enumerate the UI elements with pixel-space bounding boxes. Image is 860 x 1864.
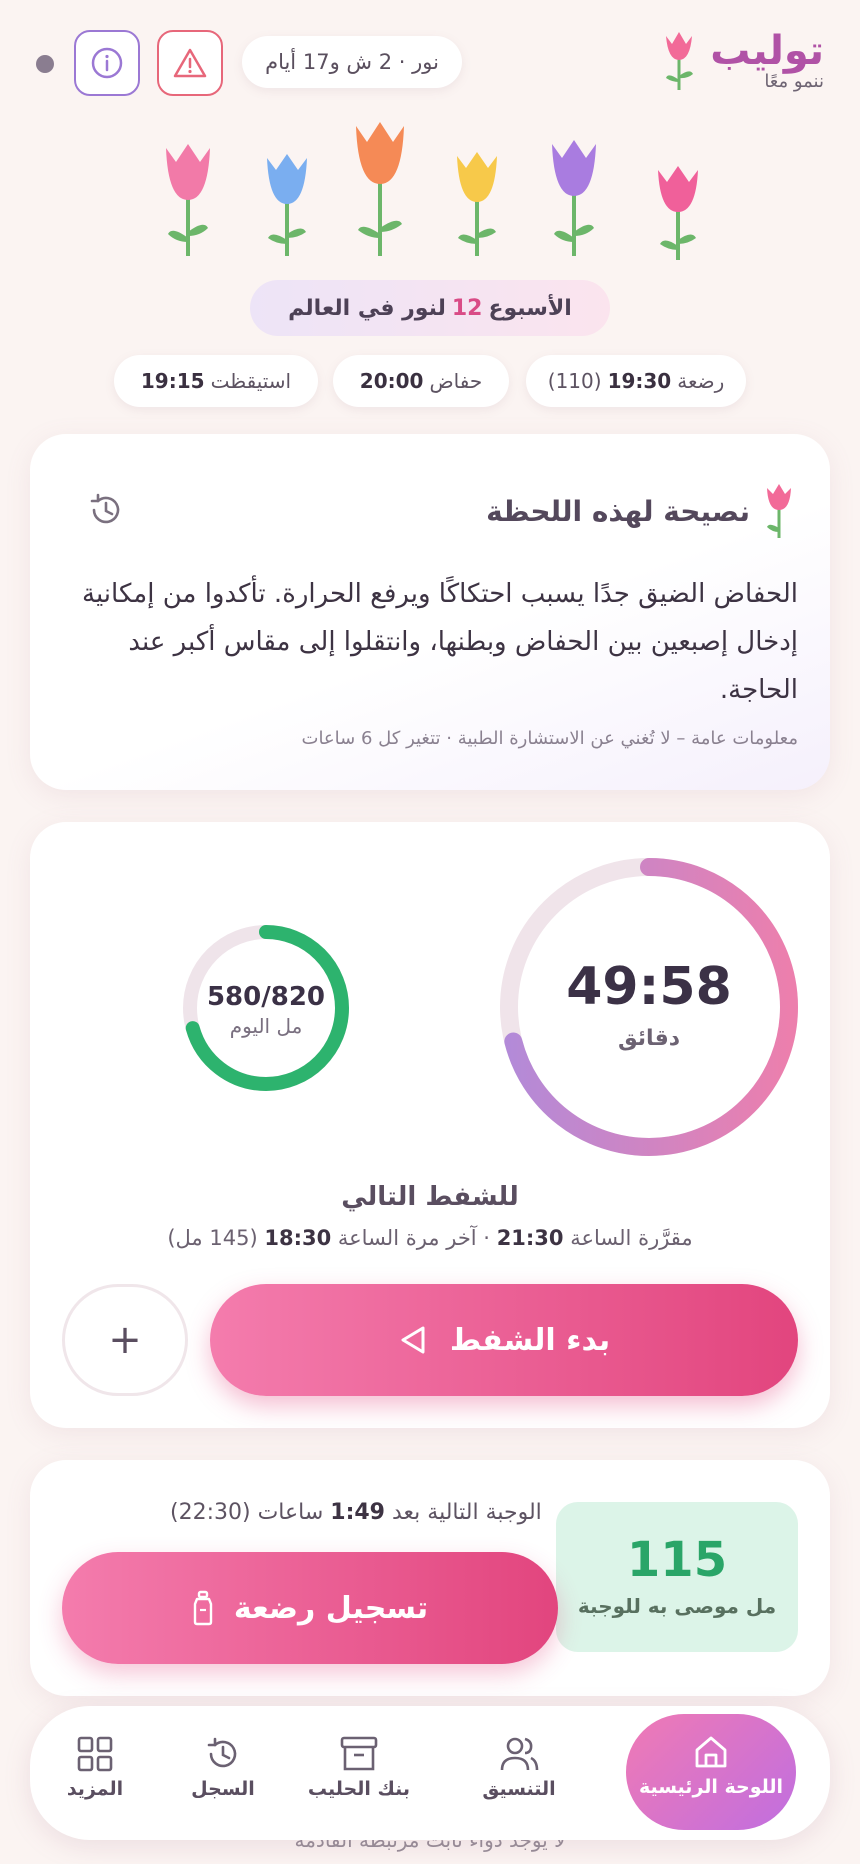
recommended-label: مل موصى به للوجبة bbox=[577, 1594, 777, 1618]
tulip-pink-icon bbox=[166, 144, 210, 256]
log-feeding-button[interactable]: تسجيل رضعة bbox=[62, 1552, 558, 1664]
nav-item-more[interactable]: المزيد bbox=[20, 1718, 170, 1828]
app-header: توليب ننمو معًا نور · 2 ش و17 أيام bbox=[0, 28, 860, 98]
history-icon bbox=[207, 1737, 237, 1768]
tulip-orange-icon bbox=[356, 122, 404, 256]
stat-chip-time: 19:30 bbox=[607, 369, 672, 393]
brand-subtitle: ننمو معًا bbox=[764, 70, 824, 92]
recommended-amount-tile: 115 مل موصى به للوجبة bbox=[556, 1502, 798, 1652]
nav-item-coordination[interactable]: التنسيق bbox=[444, 1718, 594, 1828]
feeding-card: 115 مل موصى به للوجبة الوجبة التالية بعد… bbox=[30, 1460, 830, 1696]
log-feeding-label: تسجيل رضعة bbox=[233, 1590, 429, 1626]
tip-title: نصيحة لهذه اللحظة bbox=[486, 494, 750, 528]
next-pump-label: للشفط التالي bbox=[341, 1182, 519, 1212]
stat-chip-label: حفاض bbox=[429, 369, 483, 393]
users-icon bbox=[500, 1737, 539, 1771]
nav-item-milk-bank[interactable]: بنك الحليب bbox=[284, 1718, 434, 1828]
pump-timer-value: 49:58 bbox=[566, 957, 732, 1017]
next-feeding-text: الوجبة التالية بعد 1:49 ساعات (22:30) bbox=[170, 1500, 542, 1525]
info-icon bbox=[91, 47, 123, 79]
grid-icon bbox=[77, 1736, 113, 1772]
week-number: 12 bbox=[451, 295, 483, 321]
next-feeding-prefix: الوجبة التالية بعد bbox=[392, 1500, 542, 1525]
week-suffix: لنور في العالم bbox=[288, 295, 446, 321]
brand-text: توليب ننمو معًا bbox=[710, 29, 824, 92]
stat-chip-feeding[interactable]: رضعة 19:30 (110) bbox=[526, 355, 746, 407]
tip-card: نصيحة لهذه اللحظة الحفاض الضيق جدًا يسبب… bbox=[30, 434, 830, 790]
info-button[interactable] bbox=[74, 30, 140, 96]
play-icon bbox=[401, 1326, 425, 1354]
archive-icon bbox=[340, 1736, 378, 1771]
stat-chip-time: 20:00 bbox=[359, 369, 424, 393]
nav-label: السجل bbox=[191, 1778, 255, 1800]
home-icon bbox=[695, 1736, 727, 1768]
last-amount: (145 مل) bbox=[167, 1226, 258, 1250]
nav-label: اللوحة الرئيسية bbox=[638, 1776, 784, 1798]
add-pump-button[interactable]: + bbox=[62, 1284, 188, 1396]
recommended-amount: 115 bbox=[626, 1532, 728, 1588]
tulip-blue-icon bbox=[267, 154, 307, 256]
tulip-yellow-icon bbox=[457, 152, 497, 256]
nav-label: التنسيق bbox=[482, 1778, 556, 1800]
tulip-icon bbox=[767, 484, 791, 538]
history-icon[interactable] bbox=[86, 490, 126, 530]
stat-chip-diaper[interactable]: حفاض 20:00 bbox=[333, 355, 509, 407]
nav-label: بنك الحليب bbox=[307, 1778, 411, 1800]
tulip-logo-icon bbox=[666, 32, 694, 90]
stat-chip-label: رضعة bbox=[677, 369, 725, 393]
ml-today-value: 580/820 bbox=[206, 982, 326, 1012]
tulip-row bbox=[150, 118, 710, 268]
stat-chip-label: استيقظت bbox=[210, 369, 292, 393]
nav-item-history[interactable]: السجل bbox=[148, 1718, 298, 1828]
week-prefix: الأسبوع bbox=[488, 295, 572, 321]
plus-icon: + bbox=[108, 1317, 142, 1363]
sched-time: 21:30 bbox=[496, 1226, 564, 1250]
brand-title: توليب bbox=[710, 27, 824, 74]
baby-summary-pill[interactable]: نور · 2 ش و17 أيام bbox=[242, 36, 462, 88]
stat-chip-wake[interactable]: استيقظت 19:15 bbox=[114, 355, 318, 407]
last-prefix: · آخر مرة الساعة bbox=[337, 1226, 490, 1250]
baby-summary-text: نور · 2 ش و17 أيام bbox=[265, 50, 439, 74]
pumping-card: 49:58 دقائق 580/820 مل اليوم للشفط التال… bbox=[30, 822, 830, 1428]
pump-timer-unit: دقائق bbox=[617, 1026, 681, 1051]
warning-icon bbox=[173, 48, 207, 78]
bottle-icon bbox=[193, 1590, 213, 1626]
tip-header: نصيحة لهذه اللحظة bbox=[486, 482, 794, 540]
tulip-magenta-icon bbox=[658, 166, 698, 260]
nav-label: المزيد bbox=[66, 1778, 124, 1800]
bottom-nav: اللوحة الرئيسية التنسيق بنك الحليب السجل bbox=[30, 1706, 830, 1840]
alert-button[interactable] bbox=[157, 30, 223, 96]
tulip-purple-icon bbox=[552, 140, 596, 256]
brand: توليب ننمو معًا bbox=[660, 28, 824, 92]
ml-today-unit: مل اليوم bbox=[229, 1014, 303, 1038]
start-pump-button[interactable]: بدء الشفط bbox=[210, 1284, 798, 1396]
sched-prefix: مقرَّرة الساعة bbox=[570, 1226, 693, 1250]
tip-body: الحفاض الضيق جدًا يسبب احتكاكًا ويرفع ال… bbox=[82, 579, 798, 705]
last-time: 18:30 bbox=[264, 1226, 332, 1250]
start-pump-label: بدء الشفط bbox=[449, 1322, 611, 1358]
next-feeding-in: 1:49 bbox=[330, 1500, 385, 1525]
status-dot bbox=[36, 55, 54, 73]
pump-schedule: مقرَّرة الساعة 21:30 · آخر مرة الساعة 18… bbox=[30, 1226, 830, 1250]
nav-item-home[interactable]: اللوحة الرئيسية bbox=[626, 1714, 796, 1830]
stat-chip-time: 19:15 bbox=[140, 369, 205, 393]
stat-chip-extra: (110) bbox=[547, 369, 602, 393]
tip-disclaimer: معلومات عامة – لا تُغني عن الاستشارة الط… bbox=[301, 728, 799, 749]
week-pill: الأسبوع 12 لنور في العالم bbox=[250, 280, 610, 336]
next-feeding-suffix: ساعات (22:30) bbox=[170, 1500, 324, 1525]
